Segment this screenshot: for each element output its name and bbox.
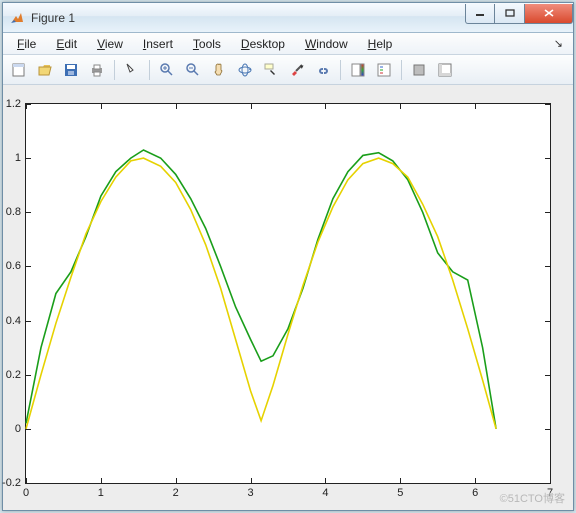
y-tick: [26, 429, 31, 430]
menu-edit[interactable]: Edit: [48, 35, 85, 53]
x-tick-label: 1: [98, 487, 104, 499]
watermark: ©51CTO博客: [500, 490, 565, 506]
y-tick: [545, 429, 550, 430]
axes[interactable]: -0.200.20.40.60.811.201234567: [25, 103, 551, 484]
zoom-in-button[interactable]: [155, 58, 179, 82]
link-button[interactable]: [311, 58, 335, 82]
new-figure-button[interactable]: [7, 58, 31, 82]
insert-colorbar-button[interactable]: [346, 58, 370, 82]
y-tick-label: 0.4: [6, 315, 21, 327]
menu-view[interactable]: View: [89, 35, 131, 53]
x-tick: [475, 104, 476, 109]
y-tick-label: 0: [15, 423, 21, 435]
y-tick: [26, 266, 31, 267]
x-tick-label: 0: [23, 487, 29, 499]
x-tick: [550, 478, 551, 483]
data-cursor-button[interactable]: [259, 58, 283, 82]
y-tick-label: 0.6: [6, 260, 21, 272]
print-button[interactable]: [85, 58, 109, 82]
zoom-out-button[interactable]: [181, 58, 205, 82]
save-button[interactable]: [59, 58, 83, 82]
x-tick: [176, 104, 177, 109]
x-tick: [101, 478, 102, 483]
y-tick: [26, 375, 31, 376]
series-green: [26, 150, 496, 429]
x-tick: [176, 478, 177, 483]
y-tick-label: 0.2: [6, 369, 21, 381]
x-tick: [400, 478, 401, 483]
brush-button[interactable]: ▾: [285, 58, 309, 82]
y-tick: [26, 483, 31, 484]
menubar: File Edit View Insert Tools Desktop Wind…: [3, 33, 573, 55]
open-button[interactable]: [33, 58, 57, 82]
menu-tools[interactable]: Tools: [185, 35, 229, 53]
menu-help[interactable]: Help: [360, 35, 401, 53]
toolbar: ▾: [3, 55, 573, 85]
menu-file[interactable]: File: [9, 35, 44, 53]
plot-lines: [26, 104, 550, 483]
x-tick: [251, 478, 252, 483]
y-tick-label: 0.8: [6, 206, 21, 218]
minimize-button[interactable]: [465, 4, 495, 24]
y-tick: [545, 266, 550, 267]
dock-chevron-icon[interactable]: ↘: [554, 37, 567, 50]
y-tick: [26, 158, 31, 159]
x-tick: [325, 478, 326, 483]
hide-plot-tools-button[interactable]: [407, 58, 431, 82]
menu-desktop[interactable]: Desktop: [233, 35, 293, 53]
close-button[interactable]: [525, 4, 573, 24]
matlab-icon: [9, 10, 25, 26]
y-tick: [545, 321, 550, 322]
svg-text:▾: ▾: [300, 64, 304, 71]
y-tick: [545, 212, 550, 213]
figure-window: Figure 1 File Edit View Insert Tools Des…: [2, 2, 574, 511]
x-tick: [325, 104, 326, 109]
edit-plot-button[interactable]: [120, 58, 144, 82]
x-tick: [251, 104, 252, 109]
y-tick: [545, 483, 550, 484]
x-tick: [26, 104, 27, 109]
x-tick: [101, 104, 102, 109]
x-tick: [475, 478, 476, 483]
x-tick: [550, 104, 551, 109]
y-tick-label: 1.2: [6, 98, 21, 110]
y-tick: [26, 321, 31, 322]
x-tick-label: 5: [397, 487, 403, 499]
y-tick: [545, 158, 550, 159]
figure-area: -0.200.20.40.60.811.201234567: [3, 85, 573, 510]
x-tick-label: 2: [173, 487, 179, 499]
window-title: Figure 1: [31, 11, 465, 25]
y-tick: [545, 375, 550, 376]
series-yellow: [26, 158, 496, 429]
y-tick: [26, 212, 31, 213]
titlebar[interactable]: Figure 1: [3, 3, 573, 33]
x-tick-label: 6: [472, 487, 478, 499]
rotate3d-button[interactable]: [233, 58, 257, 82]
y-tick-label: 1: [15, 152, 21, 164]
pan-button[interactable]: [207, 58, 231, 82]
show-plot-tools-button[interactable]: [433, 58, 457, 82]
insert-legend-button[interactable]: [372, 58, 396, 82]
x-tick-label: 3: [248, 487, 254, 499]
menu-window[interactable]: Window: [297, 35, 356, 53]
window-controls: [465, 4, 573, 24]
menu-insert[interactable]: Insert: [135, 35, 181, 53]
y-tick-label: -0.2: [2, 477, 21, 489]
x-tick: [26, 478, 27, 483]
x-tick-label: 4: [322, 487, 328, 499]
x-tick: [400, 104, 401, 109]
maximize-button[interactable]: [495, 4, 525, 24]
